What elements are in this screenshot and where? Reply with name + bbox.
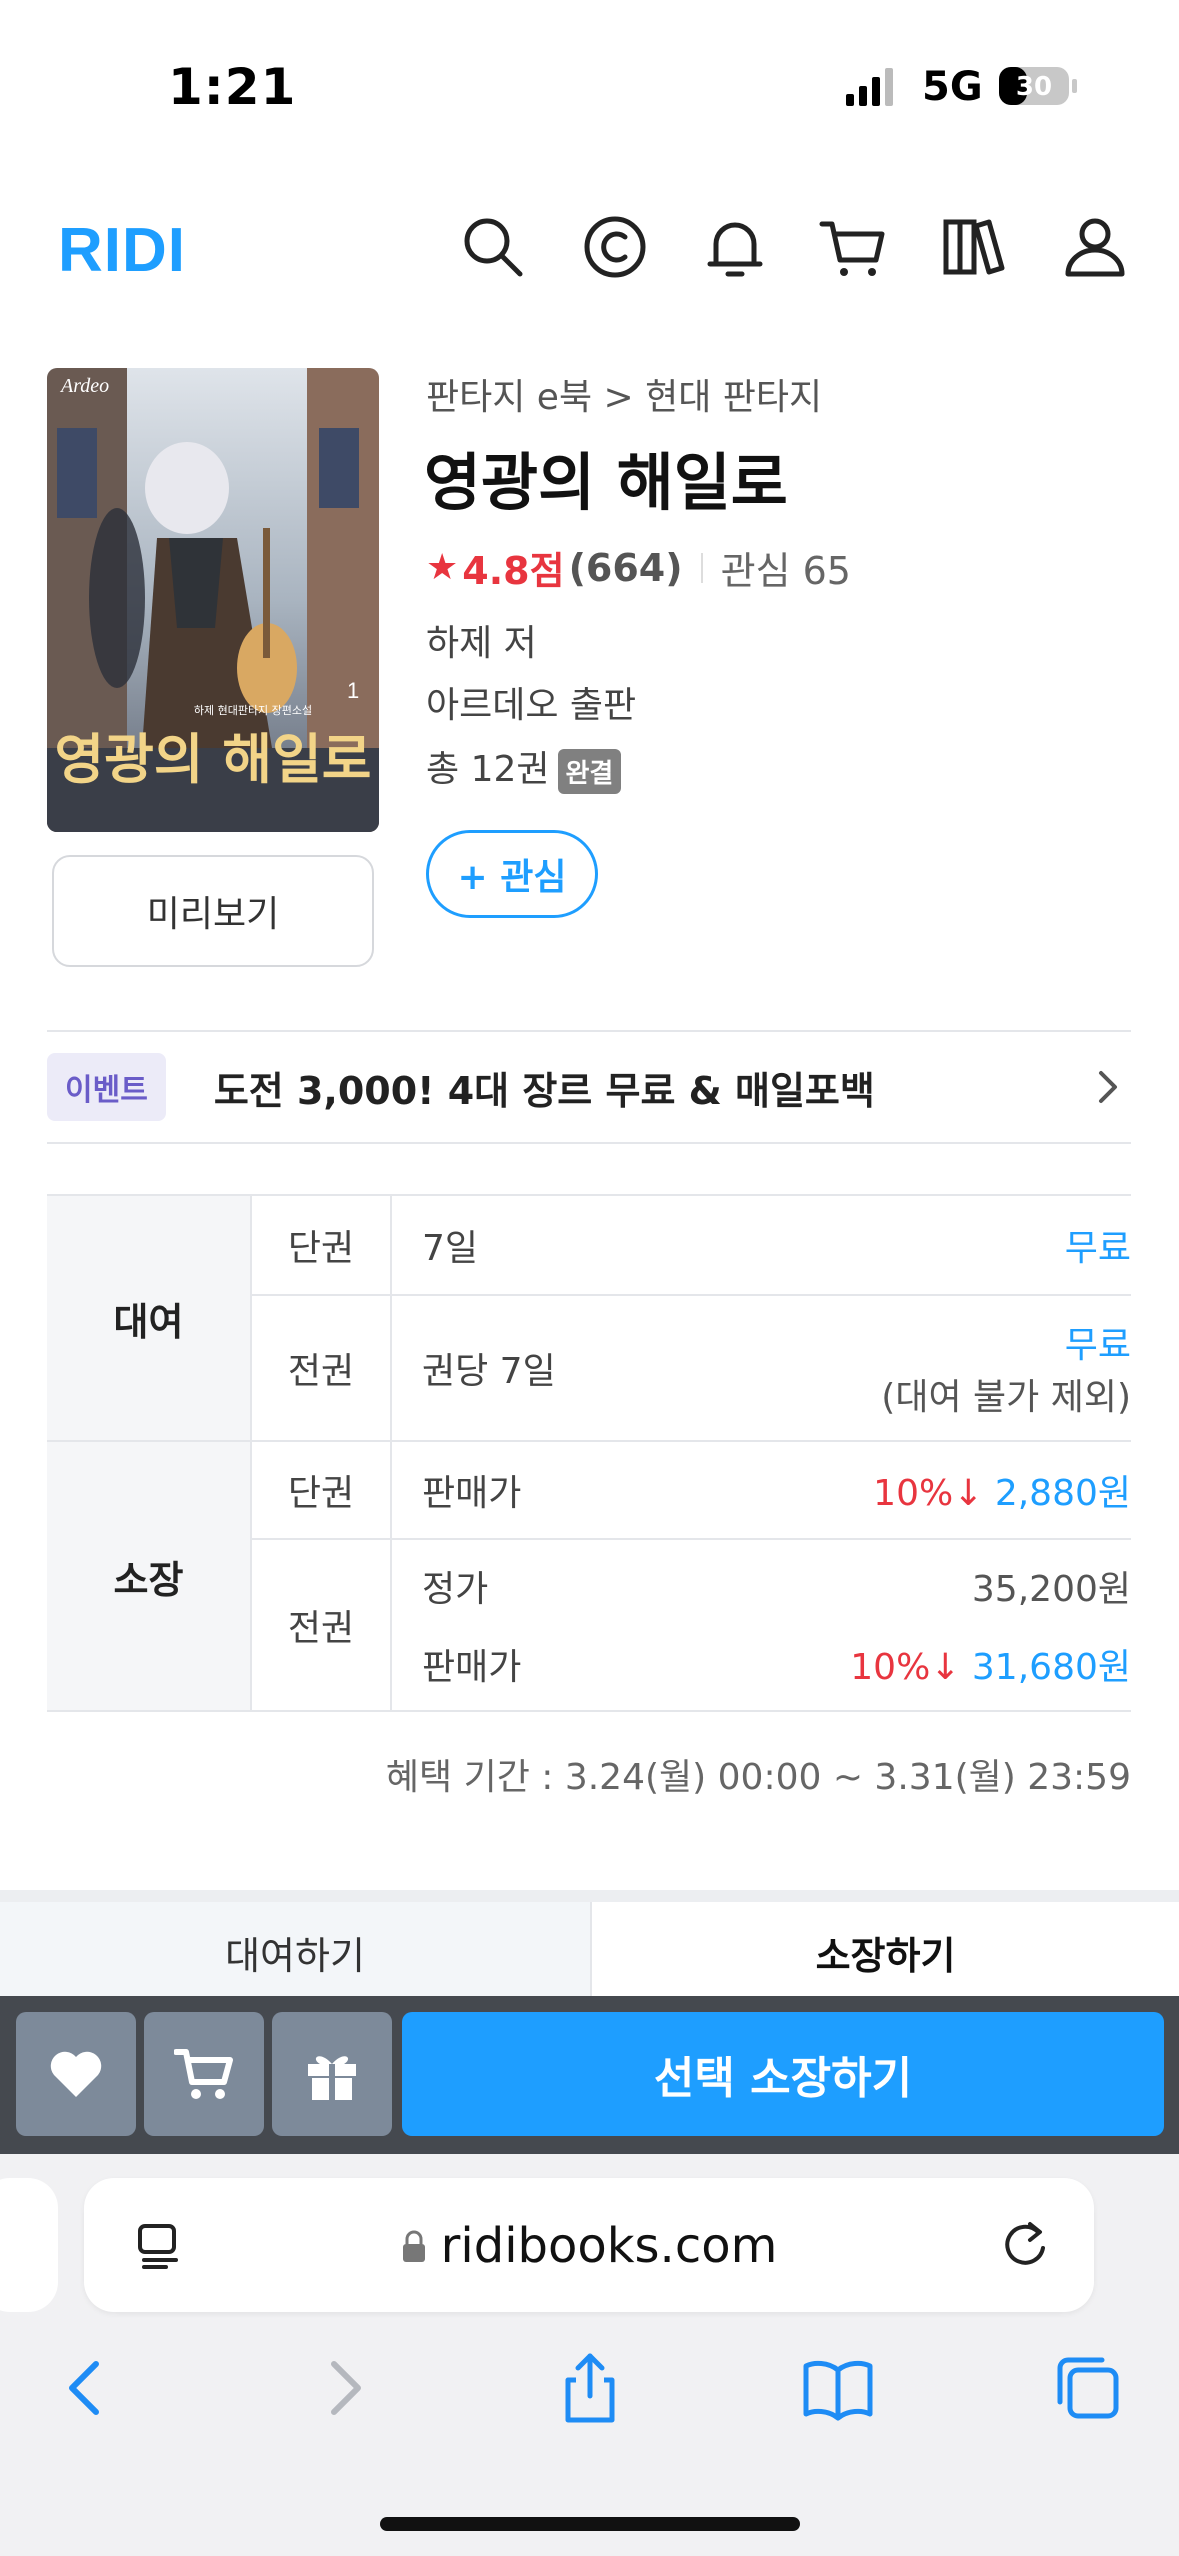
interest-count: 관심 65 (720, 549, 851, 593)
event-tag: 이벤트 (47, 1053, 166, 1121)
rent-all-type: 전권 (251, 1294, 392, 1442)
tab-own[interactable]: 소장하기 (590, 1902, 1179, 2002)
own-all-type: 전권 (251, 1538, 392, 1712)
status-bar: 1:21 5G 30 (0, 0, 1179, 150)
rent-single-type: 단권 (251, 1194, 392, 1296)
lock-icon (402, 2230, 425, 2262)
own-all-list-label: 정가 (422, 1569, 489, 1610)
rent-all-note: (대여 불가 제외) (881, 1377, 1131, 1418)
signal-icon (846, 68, 893, 106)
divider (700, 552, 703, 583)
rent-category: 대여 (47, 1194, 252, 1442)
tab-rent[interactable]: 대여하기 (0, 1902, 590, 2002)
own-all-price-label: 판매가 (422, 1647, 522, 1688)
previous-tab-pill[interactable] (0, 2178, 58, 2312)
breadcrumb[interactable]: 판타지 e북 > 현대 판타지 (426, 368, 822, 420)
chevron-right-icon (1099, 1071, 1117, 1103)
back-icon[interactable] (50, 2350, 126, 2426)
wish-button[interactable]: + 관심 (426, 830, 598, 918)
cover-volume-number: 1 (347, 678, 359, 703)
coin-icon[interactable] (580, 212, 650, 282)
forward-icon[interactable] (304, 2350, 380, 2426)
own-single-discount: 10%↓ (873, 1473, 984, 1514)
own-single-type: 단권 (251, 1440, 392, 1540)
book-cover[interactable]: Ardeo 1 하제 현대판타지 장편소설 영광의 해일로 (47, 368, 379, 832)
own-all-list-price: 35,200원 (971, 1569, 1131, 1610)
publisher[interactable]: 아르데오 출판 (426, 676, 636, 728)
network-label: 5G (922, 64, 983, 110)
own-single-price: 2,880원 (994, 1473, 1131, 1514)
own-all-discount: 10%↓ (850, 1647, 961, 1688)
volume-count: 총 12권 (426, 749, 550, 790)
bell-icon[interactable] (700, 212, 770, 282)
url-domain: ridibooks.com (440, 2218, 778, 2274)
own-single-row[interactable]: 소장 단권 판매가 10%↓ 2,880원 (47, 1440, 1131, 1712)
gift-icon (308, 2056, 356, 2100)
heart-icon (50, 2051, 102, 2097)
own-category: 소장 (47, 1440, 252, 1712)
rent-single-row[interactable]: 대여 단권 7일 무료 (47, 1194, 1131, 1442)
price-table: 대여 단권 7일 무료 전권 권당 7일 무료 (대여 불가 제외) 소장 단권… (47, 1194, 1131, 1712)
gift-button[interactable] (272, 2012, 392, 2136)
tabs-icon[interactable] (1050, 2350, 1126, 2426)
event-banner[interactable]: 이벤트 도전 3,000! 4대 장르 무료 & 매일포백 (47, 1030, 1131, 1144)
battery-icon: 30 (998, 66, 1078, 106)
app-header: RIDI (0, 190, 1179, 310)
cover-credit: 하제 현대판타지 장편소설 (194, 703, 312, 717)
rent-all-period: 권당 7일 (391, 1294, 665, 1442)
rent-single-price: 무료 (664, 1194, 1131, 1296)
battery-level: 30 (1016, 72, 1052, 102)
cart-icon[interactable] (818, 212, 888, 282)
buy-selected-button[interactable]: 선택 소장하기 (402, 2012, 1164, 2136)
volume-info: 총 12권 완결 (426, 740, 622, 794)
browser-toolbar: ridibooks.com (0, 2154, 1179, 2556)
rating-score: 4.8점 (462, 549, 565, 593)
rent-single-period: 7일 (391, 1194, 665, 1296)
share-icon[interactable] (552, 2350, 628, 2426)
rating-count[interactable]: (664) (569, 546, 683, 590)
rating-row: ★ 4.8점 (664) 관심 65 (426, 540, 851, 595)
bookmarks-icon[interactable] (800, 2350, 876, 2426)
ridi-logo[interactable]: RIDI (58, 215, 186, 286)
benefit-period: 혜택 기간 : 3.24(월) 00:00 ~ 3.31(월) 23:59 (385, 1757, 1131, 1798)
cover-publisher-mark: Ardeo (59, 375, 109, 397)
heart-button[interactable] (16, 2012, 136, 2136)
cover-title-art: 영광의 해일로 (55, 727, 372, 791)
section-divider (0, 1890, 1179, 1902)
author[interactable]: 하제 저 (426, 614, 537, 666)
library-icon[interactable] (940, 212, 1010, 282)
purchase-action-bar: 선택 소장하기 (0, 1996, 1179, 2154)
search-icon[interactable] (458, 212, 528, 282)
event-text: 도전 3,000! 4대 장르 무료 & 매일포백 (213, 1068, 875, 1113)
address-bar[interactable]: ridibooks.com (84, 2178, 1094, 2312)
add-to-cart-button[interactable] (144, 2012, 264, 2136)
rent-all-price: 무료 (1064, 1325, 1131, 1366)
reload-icon[interactable] (998, 2218, 1052, 2272)
cart-icon (174, 2049, 233, 2099)
user-icon[interactable] (1060, 212, 1130, 282)
own-single-price-label: 판매가 (391, 1440, 665, 1540)
book-title: 영광의 해일로 (424, 446, 788, 519)
complete-badge: 완결 (557, 748, 622, 794)
url-text[interactable]: ridibooks.com (84, 2218, 1094, 2274)
status-time: 1:21 (168, 58, 297, 116)
home-indicator (380, 2517, 800, 2531)
star-icon: ★ (426, 547, 459, 588)
preview-button[interactable]: 미리보기 (52, 855, 374, 967)
own-all-price: 31,680원 (971, 1647, 1131, 1688)
